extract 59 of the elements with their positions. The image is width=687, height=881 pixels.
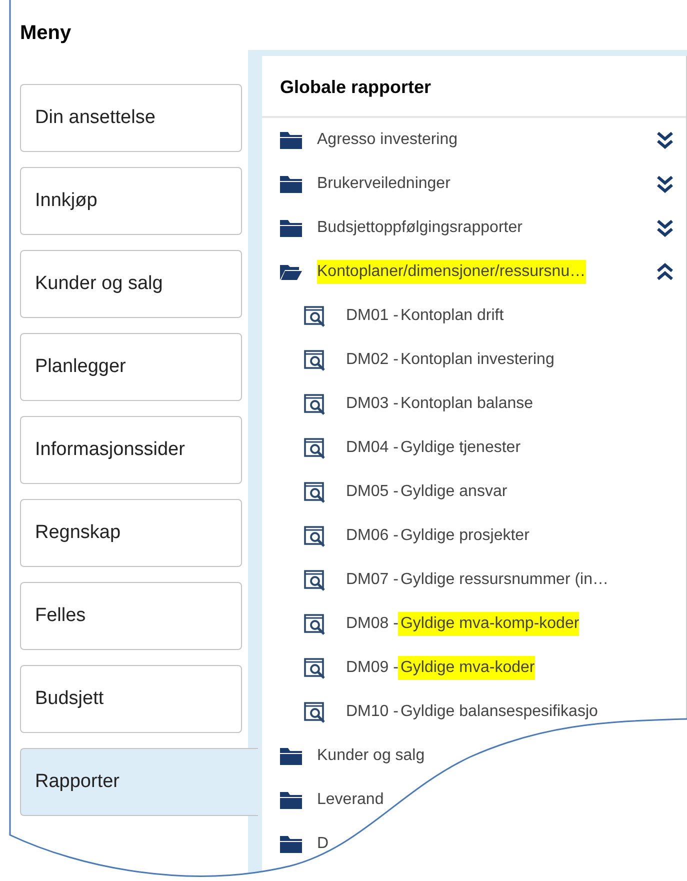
folder-name: Kunder og salg bbox=[317, 746, 425, 766]
expand-chevron-icon[interactable] bbox=[656, 131, 674, 149]
folder-icon bbox=[280, 836, 302, 852]
report-code: DM07 - bbox=[346, 570, 398, 590]
report-search-icon bbox=[304, 437, 326, 459]
report-search-icon bbox=[304, 701, 326, 723]
expand-chevron-icon[interactable] bbox=[656, 219, 674, 237]
menu-item[interactable]: Planlegger bbox=[20, 333, 242, 401]
panel-title: Globale rapporter bbox=[280, 77, 432, 97]
report-search-icon bbox=[304, 613, 326, 635]
report-name: Kontoplan drift bbox=[399, 306, 504, 326]
folder-name: Budsjettoppfølgingsrapporter bbox=[317, 218, 522, 238]
report-code: DM06 - bbox=[346, 526, 398, 546]
folder-icon bbox=[280, 792, 302, 808]
menu-item[interactable]: Budsjett bbox=[20, 665, 242, 733]
report-name: Gyldige balansespesifikasjo bbox=[399, 702, 598, 722]
folder-name: Kontoplaner/dimensjoner/ressursnu… bbox=[317, 260, 586, 284]
expand-chevron-icon[interactable] bbox=[656, 175, 674, 193]
report-search-icon bbox=[304, 393, 326, 415]
menu-title: Meny bbox=[20, 22, 72, 44]
folder-name: Agresso investering bbox=[317, 130, 458, 150]
open-folder-icon bbox=[280, 264, 302, 280]
report-search-icon bbox=[304, 657, 326, 679]
report-name: Gyldige mva-komp-koder bbox=[398, 612, 580, 636]
report-name: Gyldige ressursnummer (in… bbox=[399, 570, 609, 590]
report-code: DM10 - bbox=[346, 702, 398, 722]
folder-icon bbox=[280, 220, 302, 236]
report-name: Gyldige ansvar bbox=[399, 482, 508, 502]
report-code: DM03 - bbox=[346, 394, 398, 414]
menu-item[interactable]: Din ansettelse bbox=[20, 84, 242, 152]
menu-item[interactable]: Informasjonssider bbox=[20, 416, 242, 484]
collapse-chevron-icon[interactable] bbox=[656, 263, 674, 281]
folder-name: Brukerveiledninger bbox=[317, 174, 450, 194]
folder-name: D bbox=[317, 834, 329, 854]
report-code: DM05 - bbox=[346, 482, 398, 502]
report-name: Gyldige tjenester bbox=[399, 438, 521, 458]
report-code: DM08 - bbox=[346, 614, 398, 634]
folder-icon bbox=[280, 176, 302, 192]
folder-name: Leverand bbox=[317, 790, 384, 810]
report-name: Gyldige mva-koder bbox=[398, 656, 535, 680]
menu-item[interactable]: Rapporter bbox=[20, 748, 258, 816]
folder-icon bbox=[280, 132, 302, 148]
report-search-icon bbox=[304, 305, 326, 327]
menu-item[interactable]: Regnskap bbox=[20, 499, 242, 567]
report-name: Gyldige prosjekter bbox=[399, 526, 530, 546]
menu-item[interactable]: Kunder og salg bbox=[20, 250, 242, 318]
report-name: Kontoplan investering bbox=[399, 350, 554, 370]
report-search-icon bbox=[304, 525, 326, 547]
report-code: DM02 - bbox=[346, 350, 398, 370]
report-code: DM09 - bbox=[346, 658, 398, 678]
report-name: Kontoplan balanse bbox=[399, 394, 534, 414]
report-code: DM01 - bbox=[346, 306, 398, 326]
menu-item[interactable]: Innkjøp bbox=[20, 167, 242, 235]
folder-icon bbox=[280, 748, 302, 764]
report-search-icon bbox=[304, 569, 326, 591]
report-code: DM04 - bbox=[346, 438, 398, 458]
menu-item[interactable]: Felles bbox=[20, 582, 242, 650]
report-search-icon bbox=[304, 481, 326, 503]
report-search-icon bbox=[304, 349, 326, 371]
